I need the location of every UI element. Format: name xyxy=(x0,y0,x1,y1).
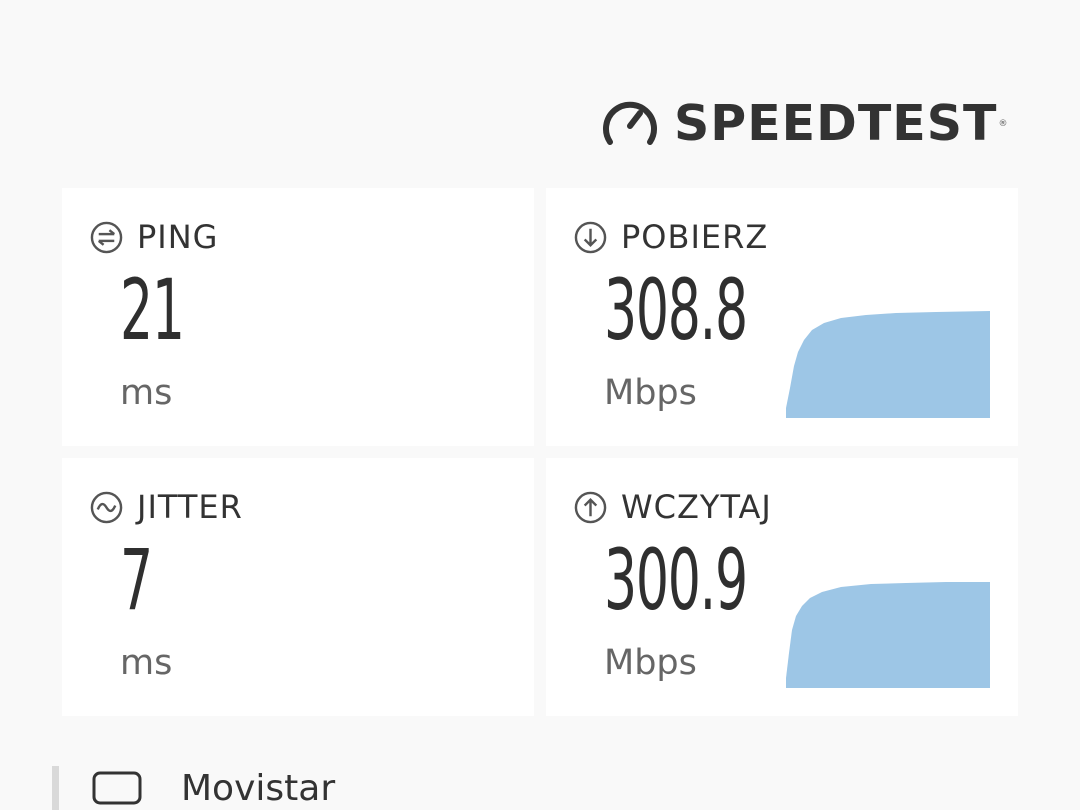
download-label: POBIERZ xyxy=(621,218,769,256)
jitter-value: 7 xyxy=(120,531,153,629)
ping-unit: ms xyxy=(120,373,173,413)
jitter-card: JITTER 7 ms xyxy=(62,458,534,716)
speedometer-icon xyxy=(603,101,657,145)
download-value: 308.8 xyxy=(604,261,748,359)
download-speed-graph xyxy=(786,311,990,418)
ping-value: 21 xyxy=(120,261,185,359)
upload-header: WCZYTAJ xyxy=(574,488,772,526)
provider-row[interactable]: Movistar xyxy=(52,766,335,810)
speedtest-logo: SPEEDTEST ® xyxy=(600,96,1007,152)
upload-card: WCZYTAJ 300.9 Mbps xyxy=(546,458,1018,716)
ping-card: PING 21 ms xyxy=(62,188,534,446)
speedtest-results-screen: SPEEDTEST ® PING 21 ms POBIERZ 308.8 Mbp… xyxy=(0,0,1080,810)
download-arrow-icon xyxy=(574,221,607,253)
upload-value: 300.9 xyxy=(604,531,748,629)
upload-graph-area xyxy=(786,582,990,688)
ping-label: PING xyxy=(137,218,219,256)
upload-speed-graph xyxy=(786,582,990,688)
upload-label: WCZYTAJ xyxy=(621,488,772,526)
jitter-header: JITTER xyxy=(90,488,243,526)
ping-icon xyxy=(90,221,123,253)
download-header: POBIERZ xyxy=(574,218,768,256)
upload-arrow-icon xyxy=(574,491,607,523)
jitter-wave-icon xyxy=(90,491,123,523)
ping-header: PING xyxy=(90,218,218,256)
jitter-label: JITTER xyxy=(137,488,243,526)
device-icon xyxy=(92,771,142,805)
download-unit: Mbps xyxy=(604,373,697,413)
jitter-unit: ms xyxy=(120,643,173,683)
download-card: POBIERZ 308.8 Mbps xyxy=(546,188,1018,446)
download-graph-area xyxy=(786,311,990,418)
registered-mark: ® xyxy=(998,119,1008,129)
provider-name: Movistar xyxy=(181,767,336,809)
upload-unit: Mbps xyxy=(604,643,697,683)
brand-name: SPEEDTEST xyxy=(674,95,998,152)
